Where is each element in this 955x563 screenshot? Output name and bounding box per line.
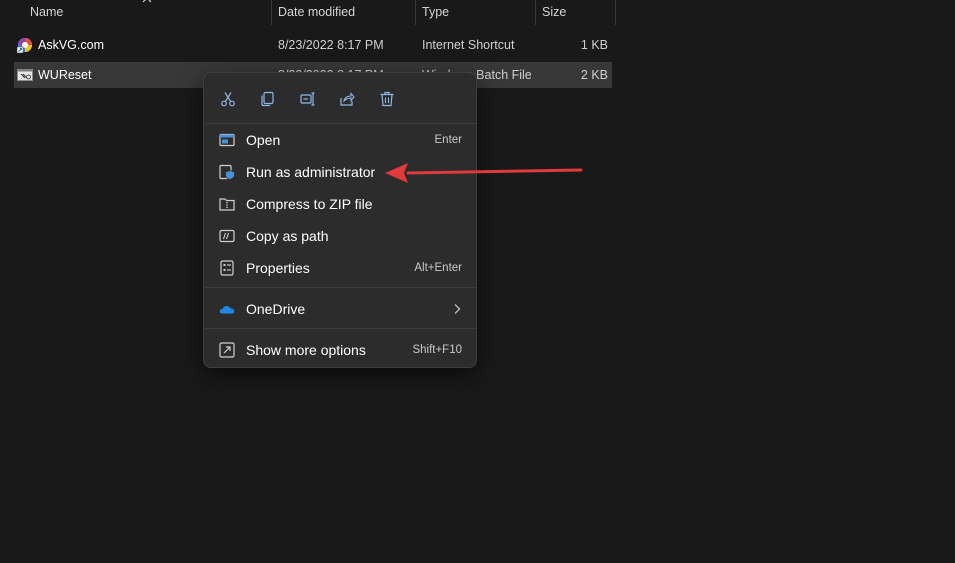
onedrive-icon [219, 305, 235, 314]
column-divider[interactable] [415, 0, 416, 25]
column-divider[interactable] [271, 0, 272, 25]
menu-item-compress-zip[interactable]: Compress to ZIP file [208, 189, 473, 219]
sort-ascending-icon[interactable] [141, 0, 153, 4]
menu-divider [205, 123, 477, 124]
share-button[interactable] [332, 85, 362, 113]
rename-button[interactable] [293, 85, 323, 113]
copy-icon [261, 91, 274, 107]
properties-icon [220, 260, 234, 276]
share-icon [340, 92, 355, 106]
zip-folder-icon [219, 198, 235, 211]
menu-item-onedrive[interactable]: OneDrive [208, 294, 473, 324]
more-options-icon [219, 342, 235, 358]
file-size: 2 KB [580, 68, 608, 82]
column-type-header[interactable]: Type [422, 0, 449, 25]
file-type: Internet Shortcut [422, 38, 515, 52]
file-size: 1 KB [580, 38, 608, 52]
file-name: WUReset [38, 68, 92, 82]
menu-item-label: Open [246, 132, 281, 148]
copy-path-icon [219, 229, 235, 243]
rename-icon [300, 92, 315, 106]
context-menu: Open Enter Run as administrator Compress… [203, 72, 477, 368]
file-date: 8/23/2022 8:17 PM [278, 38, 384, 52]
menu-item-run-as-administrator[interactable]: Run as administrator [208, 157, 473, 187]
menu-item-label: Properties [246, 260, 310, 276]
cut-icon [221, 92, 235, 107]
shield-run-icon [219, 164, 235, 180]
menu-item-copy-as-path[interactable]: Copy as path [208, 221, 473, 251]
menu-divider [205, 287, 477, 288]
column-divider[interactable] [535, 0, 536, 25]
copy-button[interactable] [252, 85, 282, 113]
menu-item-label: Show more options [246, 342, 366, 358]
internet-shortcut-icon [17, 38, 32, 53]
menu-item-label: OneDrive [246, 301, 306, 317]
menu-item-show-more-options[interactable]: Show more options Shift+F10 [208, 335, 473, 365]
cut-button[interactable] [213, 85, 243, 113]
chevron-right-icon [454, 304, 461, 314]
menu-item-properties[interactable]: Properties Alt+Enter [208, 253, 473, 283]
menu-item-label: Copy as path [246, 228, 329, 244]
column-header: Name Date modified Type Size [0, 0, 955, 26]
menu-item-shortcut: Shift+F10 [412, 344, 462, 356]
delete-icon [380, 91, 394, 107]
open-icon [219, 133, 235, 147]
file-name: AskVG.com [38, 38, 104, 52]
menu-divider [205, 328, 477, 329]
menu-item-open[interactable]: Open Enter [208, 125, 473, 155]
batch-file-icon [17, 69, 33, 81]
column-name-header[interactable]: Name [30, 0, 63, 25]
column-size-header[interactable]: Size [542, 0, 566, 25]
delete-button[interactable] [372, 85, 402, 113]
file-row-askvg[interactable]: AskVG.com 8/23/2022 8:17 PM Internet Sho… [14, 32, 612, 58]
menu-item-label: Compress to ZIP file [246, 196, 373, 212]
menu-item-shortcut: Alt+Enter [414, 262, 462, 274]
column-divider[interactable] [615, 0, 616, 25]
menu-item-shortcut: Enter [434, 134, 463, 146]
column-date-header[interactable]: Date modified [278, 0, 355, 25]
menu-item-label: Run as administrator [246, 164, 376, 180]
